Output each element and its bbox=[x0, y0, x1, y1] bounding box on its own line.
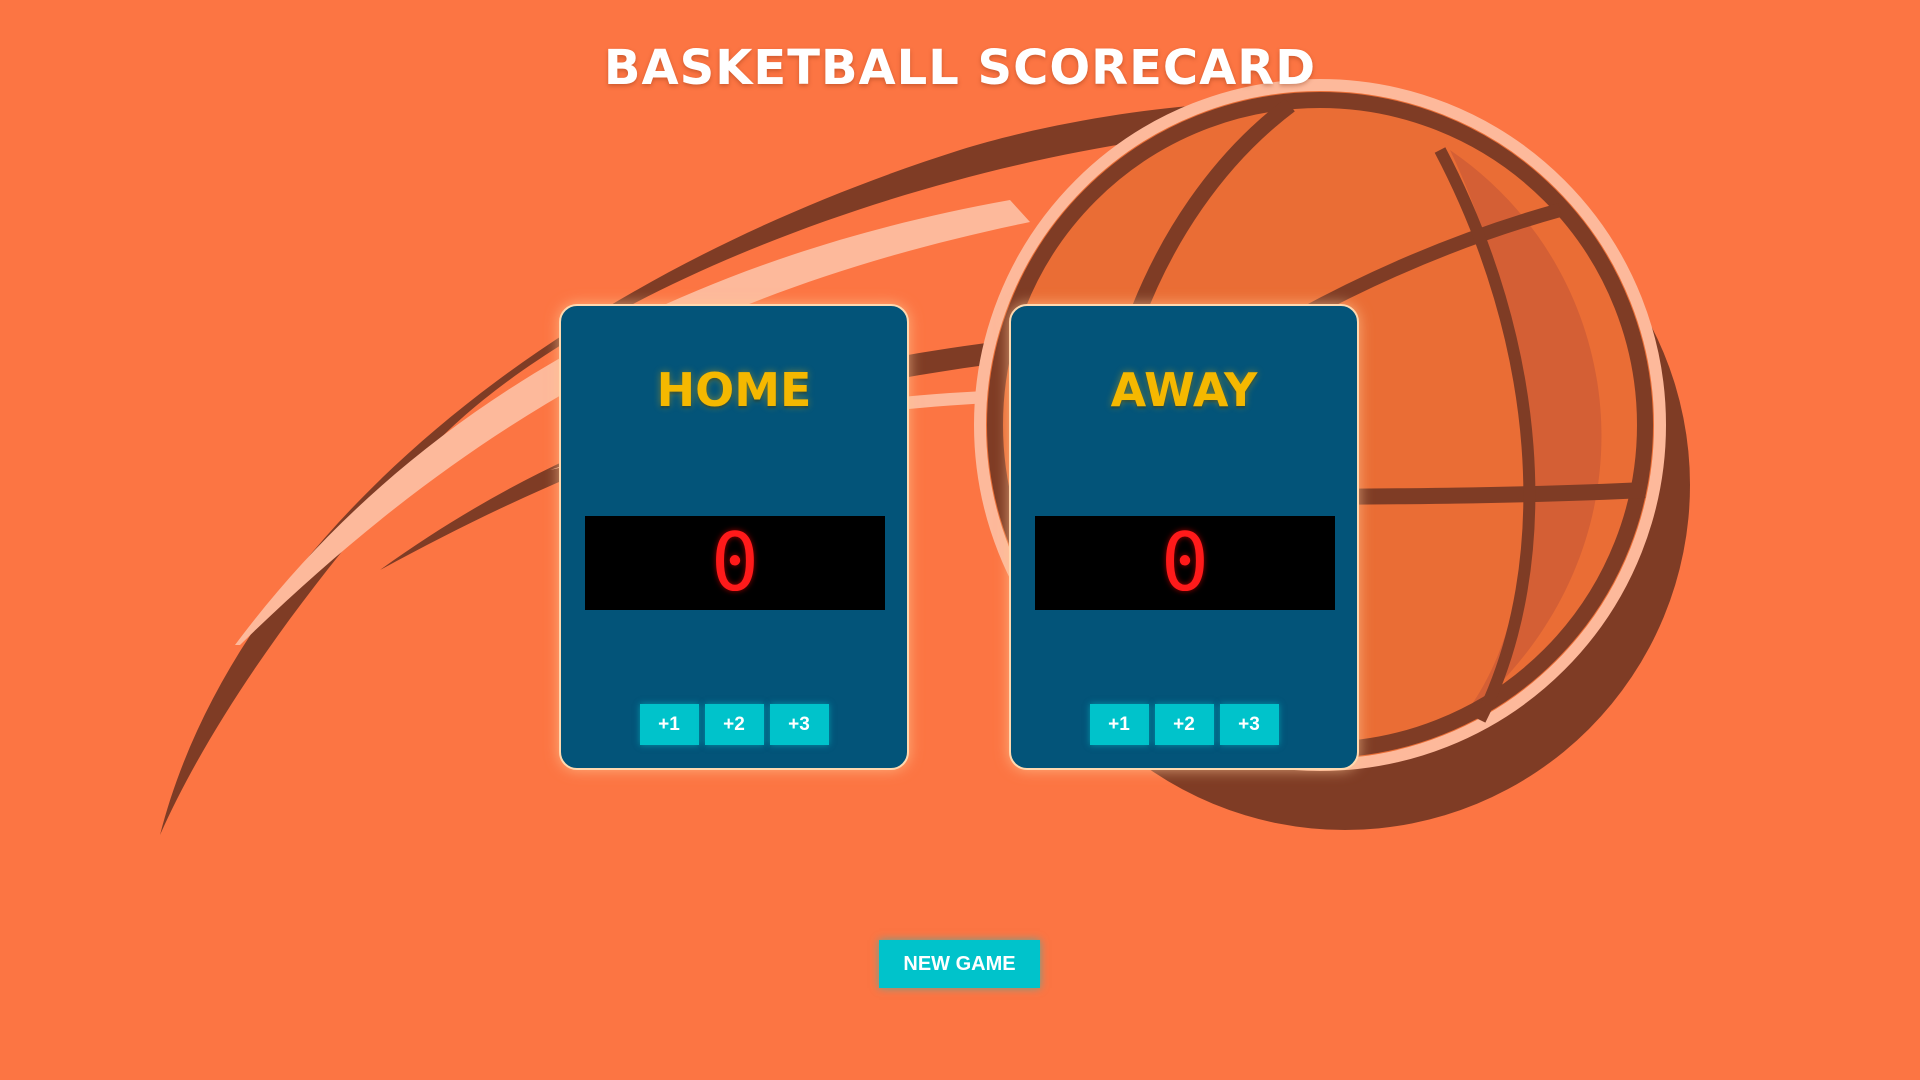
home-score-buttons: +1 +2 +3 bbox=[561, 704, 907, 745]
away-add-3-button[interactable]: +3 bbox=[1219, 704, 1279, 745]
home-add-2-button[interactable]: +2 bbox=[704, 704, 764, 745]
away-add-2-button[interactable]: +2 bbox=[1154, 704, 1214, 745]
home-add-3-button[interactable]: +3 bbox=[769, 704, 829, 745]
away-scoreboard: AWAY 0 +1 +2 +3 bbox=[1009, 304, 1359, 770]
home-add-1-button[interactable]: +1 bbox=[639, 704, 699, 745]
away-score-display: 0 bbox=[1035, 516, 1335, 610]
home-scoreboard: HOME 0 +1 +2 +3 bbox=[559, 304, 909, 770]
home-score-display: 0 bbox=[585, 516, 885, 610]
away-score-buttons: +1 +2 +3 bbox=[1011, 704, 1357, 745]
new-game-button[interactable]: NEW GAME bbox=[879, 940, 1040, 988]
page-title: BASKETBALL SCORECARD bbox=[603, 40, 1317, 96]
home-team-name: HOME bbox=[656, 363, 812, 417]
away-add-1-button[interactable]: +1 bbox=[1089, 704, 1149, 745]
basketball-icon bbox=[160, 79, 1690, 835]
away-team-name: AWAY bbox=[1110, 363, 1258, 417]
